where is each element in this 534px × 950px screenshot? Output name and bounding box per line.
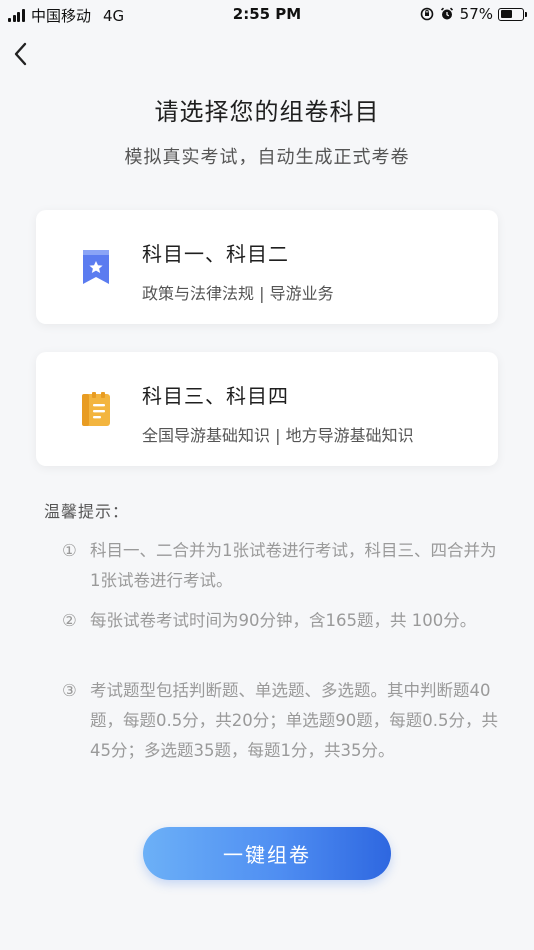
page-subtitle: 模拟真实考试，自动生成正式考卷 (124, 147, 410, 168)
subject-card-3-4[interactable]: 科目三、科目四 全国导游基础知识 | 地方导游基础知识 (36, 352, 498, 466)
status-right: 57% (420, 5, 527, 23)
tip-text: 考试题型包括判断题、单选题、多选题。其中判断题40题，每题0.5分，共20分；单… (90, 681, 498, 760)
status-bar: 中国移动 4G 2:55 PM 57% (0, 0, 534, 28)
battery-icon (498, 7, 527, 21)
generate-exam-button[interactable]: 一键组卷 (143, 827, 391, 880)
page-title: 请选择您的组卷科目 (154, 98, 380, 126)
tip-text: 科目一、二合并为1张试卷进行考试，科目三、四合并为1张试卷进行考试。 (90, 541, 497, 590)
card-description: 全国导游基础知识 | 地方导游基础知识 (142, 426, 414, 445)
chevron-left-icon[interactable] (10, 40, 34, 68)
tip-number: ③ (62, 681, 77, 700)
notebook-icon (82, 392, 110, 426)
tip-number: ① (62, 541, 77, 560)
card-title: 科目一、科目二 (142, 242, 289, 266)
alarm-icon (440, 7, 453, 20)
tip-item: ① 科目一、二合并为1张试卷进行考试，科目三、四合并为1张试卷进行考试。 (62, 536, 502, 596)
bookmark-star-icon (83, 250, 109, 284)
card-title: 科目三、科目四 (142, 384, 289, 408)
tip-number: ② (62, 611, 77, 630)
tip-item: ② 每张试卷考试时间为90分钟，含165题，共 100分。 (62, 606, 502, 636)
subject-card-1-2[interactable]: 科目一、科目二 政策与法律法规 | 导游业务 (36, 210, 498, 324)
tip-item: ③ 考试题型包括判断题、单选题、多选题。其中判断题40题，每题0.5分，共20分… (62, 676, 502, 766)
tips-title: 温馨提示： (44, 502, 130, 521)
card-description: 政策与法律法规 | 导游业务 (142, 284, 334, 303)
orientation-lock-icon (420, 7, 433, 21)
tip-text: 每张试卷考试时间为90分钟，含165题，共 100分。 (90, 611, 477, 630)
battery-percent: 57% (459, 5, 493, 23)
